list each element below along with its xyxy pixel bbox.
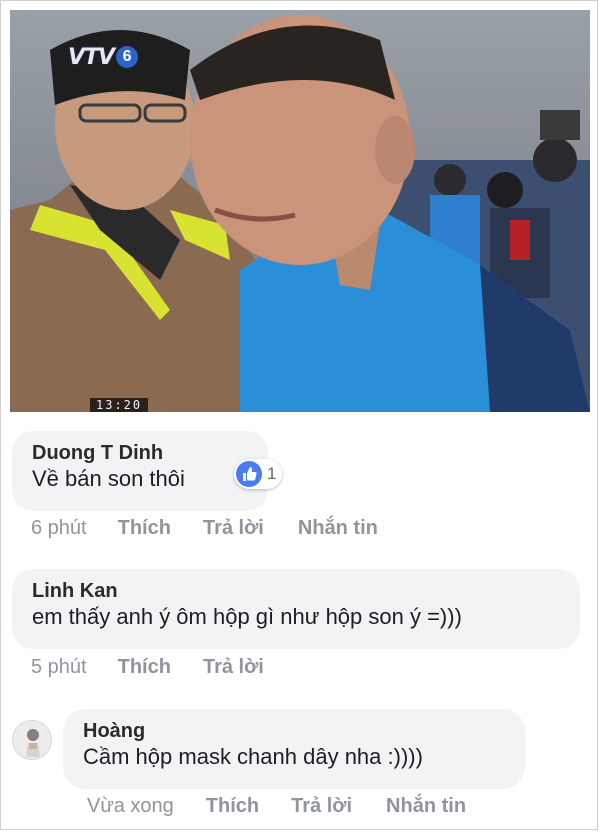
comment-bubble: Linh Kan em thấy anh ý ôm hộp gì như hộp… [12, 569, 580, 649]
comment-timestamp[interactable]: Vừa xong [87, 795, 174, 818]
comment-timestamp[interactable]: 6 phút [31, 517, 87, 540]
comment-author[interactable]: Duong T Dinh [32, 441, 248, 465]
comment-text: em thấy anh ý ôm hộp gì như hộp son ý =)… [32, 604, 462, 629]
reply-link[interactable]: Trả lời [203, 656, 264, 679]
profile-photo-icon[interactable] [12, 720, 52, 760]
comment-actions: Vừa xong Thích Trả lời Nhắn tin [87, 795, 466, 818]
like-link[interactable]: Thích [118, 517, 171, 540]
comment-text: Về bán son thôi [32, 466, 185, 491]
broadcast-clock: 13:20 [90, 398, 149, 412]
reply-link[interactable]: Trả lời [203, 517, 264, 540]
like-link[interactable]: Thích [118, 656, 171, 679]
comment-actions: 5 phút Thích Trả lời [31, 656, 264, 679]
reply-link[interactable]: Trả lời [291, 795, 352, 818]
comment-timestamp[interactable]: 5 phút [31, 656, 87, 679]
channel-logo: VTV 6 [68, 44, 139, 70]
like-link[interactable]: Thích [206, 795, 259, 818]
channel-logo-number: 6 [116, 46, 139, 68]
message-link[interactable]: Nhắn tin [386, 795, 466, 818]
reaction-count: 1 [267, 464, 277, 483]
video-frame-illustration [10, 10, 590, 412]
comment-bubble: Hoàng Cầm hộp mask chanh dây nha :)))) [63, 709, 525, 789]
comment-actions: 6 phút Thích Trả lời Nhắn tin [31, 517, 378, 540]
news-video-still[interactable]: VTV 6 13:20 [10, 10, 590, 412]
comment-bubble: Duong T Dinh Về bán son thôi [12, 431, 268, 511]
thumbs-up-icon [236, 461, 262, 487]
comment-author[interactable]: Linh Kan [32, 579, 560, 603]
message-link[interactable]: Nhắn tin [298, 517, 378, 540]
comment-author[interactable]: Hoàng [83, 719, 505, 743]
reaction-summary[interactable]: 1 [234, 459, 283, 489]
channel-logo-text: VTV [68, 44, 115, 70]
comment-text: Cầm hộp mask chanh dây nha :)))) [83, 744, 423, 769]
